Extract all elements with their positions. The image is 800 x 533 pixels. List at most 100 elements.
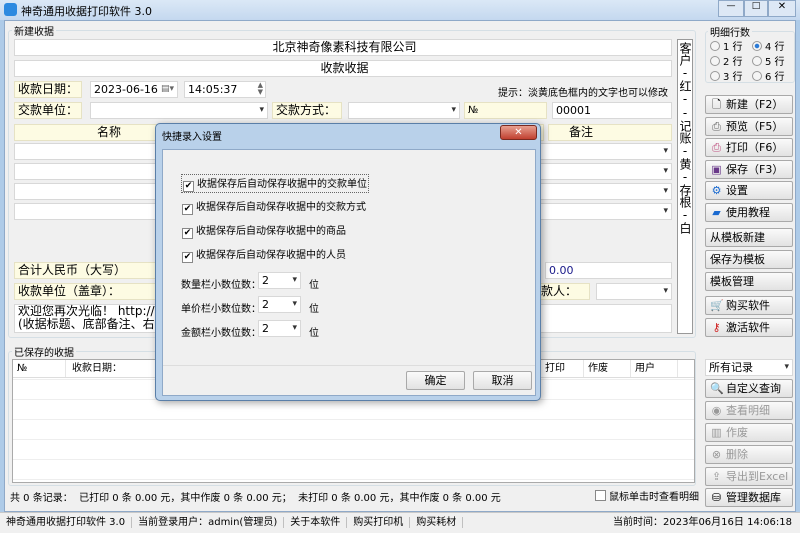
payee-combo[interactable] <box>596 283 672 300</box>
radio-3[interactable]: 3 行 <box>710 68 743 83</box>
payee-unit-label[interactable]: 收款单位（盖章）： <box>14 283 159 300</box>
maximize-button[interactable]: □ <box>744 0 768 17</box>
buy-supplies-link[interactable]: 购买耗材 <box>410 517 464 528</box>
radio-6[interactable]: 6 行 <box>752 68 785 83</box>
payer-label[interactable]: 交款单位： <box>14 102 82 119</box>
trash-icon: ▥ <box>711 426 722 439</box>
save-button[interactable]: ▣ 保存（F3） <box>705 160 793 179</box>
col-printed[interactable]: 打印 <box>541 360 584 377</box>
dialog-body: ✔ 收据保存后自动保存收据中的交款单位 ✔ 收据保存后自动保存收据中的交款方式 ✔ 收… <box>162 149 536 396</box>
amount-decimal-select[interactable]: 2 <box>258 320 301 337</box>
dialog-title: 快捷录入设置 <box>162 132 222 143</box>
group-label: 新建收据 <box>12 23 56 38</box>
cart-icon: 🛒 <box>710 299 724 312</box>
app-icon <box>4 3 17 16</box>
preview-icon: ⎙ <box>712 120 721 133</box>
new-button[interactable]: 🗋 新建（F2） <box>705 95 793 114</box>
quick-entry-dialog: 快捷录入设置 ✕ ✔ 收据保存后自动保存收据中的交款单位 ✔ 收据保存后自动保存收据… <box>155 123 541 401</box>
total-label[interactable]: 合计人民币（大写） <box>14 262 159 279</box>
radio-4[interactable]: 4 行 <box>752 38 785 53</box>
auto-save-person-checkbox[interactable]: ✔ 收据保存后自动保存收据中的人员 <box>182 246 346 263</box>
status-bar: 神奇通用收据打印软件 3.0 当前登录用户：admin(管理员) 关于本软件 购买打印… <box>0 512 800 533</box>
col-void[interactable]: 作废 <box>584 360 631 377</box>
auto-save-goods-checkbox[interactable]: ✔ 收据保存后自动保存收据中的商品 <box>182 222 346 239</box>
status-time: 当前时间：2023年06月16日 14:06:18 <box>613 517 792 528</box>
minimize-button[interactable]: — <box>718 0 744 17</box>
void-button[interactable]: ▥ 作废 <box>705 423 793 442</box>
book-icon: ▰ <box>712 206 721 219</box>
price-decimal-select[interactable]: 2 <box>258 296 301 313</box>
cancel-button[interactable]: 取消 <box>473 371 532 390</box>
manage-db-button[interactable]: ⛁ 管理数据库 <box>705 488 793 507</box>
col-remark-header[interactable]: 备注 <box>548 124 672 141</box>
date-value: 2023-06-16 <box>94 83 158 96</box>
amount-decimal-label: 金额栏小数位数： <box>181 328 261 339</box>
qty-unit: 位 <box>309 280 319 291</box>
eye-icon: ◉ <box>711 404 722 417</box>
new-doc-icon: 🗋 <box>712 98 721 111</box>
radio-5[interactable]: 5 行 <box>752 53 785 68</box>
qty-decimal-label: 数量栏小数位数： <box>181 280 261 291</box>
delete-icon: ⊗ <box>711 448 722 461</box>
close-button[interactable]: ✕ <box>768 0 796 17</box>
col-no[interactable]: № <box>13 360 66 377</box>
spin-icon[interactable]: ▲ ▼ <box>258 82 263 96</box>
print-button[interactable]: ⎙ 打印（F6） <box>705 138 793 157</box>
calendar-icon[interactable]: ▤▾ <box>161 82 174 97</box>
date-label[interactable]: 收款日期： <box>14 81 82 98</box>
export-icon: ⇪ <box>711 470 722 483</box>
key-icon: ⚷ <box>712 321 721 334</box>
company-input[interactable]: 北京神奇像素科技有限公司 <box>14 39 672 56</box>
status-user: 当前登录用户：admin(管理员) <box>132 517 285 528</box>
stub-label: 客户-红--记账-黄-存根-白 <box>677 39 693 334</box>
window-title: 神奇通用收据打印软件 3.0 <box>21 5 152 18</box>
delete-button[interactable]: ⊗ 删除 <box>705 445 793 464</box>
receipt-title-input[interactable]: 收款收据 <box>14 60 672 77</box>
date-picker[interactable]: 2023-06-16 ▤▾ <box>90 81 178 98</box>
qty-decimal-select[interactable]: 2 <box>258 272 301 289</box>
printer-icon: ⎙ <box>712 141 721 154</box>
new-from-template-button[interactable]: 从模板新建 <box>705 228 793 247</box>
export-excel-button[interactable]: ⇪ 导出到Excel <box>705 467 793 486</box>
filter-select[interactable]: 所有记录 <box>705 359 793 376</box>
dialog-close-button[interactable]: ✕ <box>500 125 537 140</box>
pay-method-combo[interactable] <box>348 102 460 119</box>
template-manage-button[interactable]: 模板管理 <box>705 272 793 291</box>
floppy-icon: ▣ <box>711 163 722 176</box>
save-as-template-button[interactable]: 保存为模板 <box>705 250 793 269</box>
price-unit: 位 <box>309 304 319 315</box>
saved-group-label: 已保存的收据 <box>12 344 76 359</box>
click-detail-checkbox[interactable]: 鼠标单击时查看明细 <box>595 488 699 503</box>
radio-1[interactable]: 1 行 <box>710 38 743 53</box>
time-value: 14:05:37 <box>188 83 238 96</box>
summary-text: 共 0 条记录： 已打印 0 条 0.00 元，其中作废 0 条 0.00 元；… <box>10 493 501 504</box>
custom-query-button[interactable]: 🔍 自定义查询 <box>705 379 793 398</box>
no-input[interactable]: 00001 <box>552 102 672 119</box>
price-decimal-label: 单价栏小数位数： <box>181 304 261 315</box>
time-input[interactable]: 14:05:37 ▲ ▼ <box>184 81 266 98</box>
pay-method-label[interactable]: 交款方式： <box>272 102 342 119</box>
radio-2[interactable]: 2 行 <box>710 53 743 68</box>
gear-icon: ⚙ <box>711 184 722 197</box>
title-bar: 神奇通用收据打印软件 3.0 — □ ✕ <box>0 0 800 20</box>
view-detail-button[interactable]: ◉ 查看明细 <box>705 401 793 420</box>
activate-button[interactable]: ⚷ 激活软件 <box>705 318 793 337</box>
status-app: 神奇通用收据打印软件 3.0 <box>0 517 133 528</box>
auto-save-method-checkbox[interactable]: ✔ 收据保存后自动保存收据中的交款方式 <box>182 198 366 215</box>
no-label[interactable]: № <box>464 102 547 119</box>
preview-button[interactable]: ⎙ 预览（F5） <box>705 117 793 136</box>
payer-combo[interactable] <box>90 102 268 119</box>
about-link[interactable]: 关于本软件 <box>284 517 348 528</box>
search-icon: 🔍 <box>710 382 724 395</box>
buy-printer-link[interactable]: 购买打印机 <box>347 517 411 528</box>
amount-unit: 位 <box>309 328 319 339</box>
col-user[interactable]: 用户 <box>631 360 678 377</box>
tutorial-button[interactable]: ▰ 使用教程 <box>705 203 793 222</box>
rows-setting-label: 明细行数 <box>708 24 752 39</box>
buy-button[interactable]: 🛒 购买软件 <box>705 296 793 315</box>
ok-button[interactable]: 确定 <box>406 371 465 390</box>
total-value: 0.00 <box>545 262 672 279</box>
database-icon: ⛁ <box>711 491 722 504</box>
auto-save-payer-checkbox[interactable]: ✔ 收据保存后自动保存收据中的交款单位 <box>181 174 369 193</box>
settings-button[interactable]: ⚙ 设置 <box>705 181 793 200</box>
